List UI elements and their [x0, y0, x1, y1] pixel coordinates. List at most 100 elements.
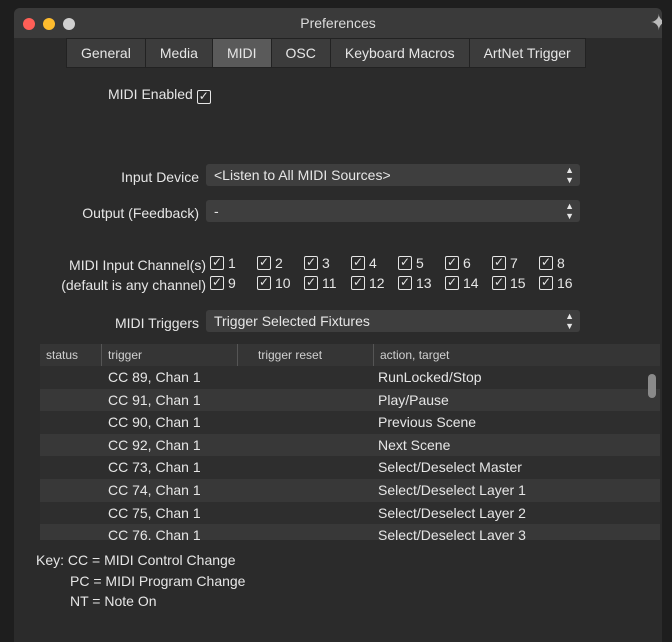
- preferences-window: Preferences ✦ General Media MIDI OSC Key…: [14, 8, 662, 642]
- channel-checkbox[interactable]: ✓: [398, 256, 412, 270]
- channel-number: 13: [416, 275, 432, 291]
- channel-7[interactable]: ✓ 7: [492, 255, 539, 271]
- column-trigger-reset[interactable]: trigger reset: [238, 344, 374, 366]
- pin-icon[interactable]: ✦: [650, 10, 662, 36]
- action-cell: Select/Deselect Layer 3: [378, 527, 526, 540]
- output-value: -: [214, 203, 219, 219]
- select-arrows-icon: ▲ ▼: [565, 311, 574, 331]
- channel-checkbox[interactable]: ✓: [492, 276, 506, 290]
- trigger-cell: CC 74, Chan 1: [108, 481, 201, 498]
- channel-number: 12: [369, 275, 385, 291]
- action-cell: Select/Deselect Layer 2: [378, 504, 526, 521]
- channel-number: 6: [463, 255, 471, 271]
- table-header: status trigger trigger reset action, tar…: [40, 344, 660, 366]
- status-cell: [40, 434, 102, 457]
- key-line-nt: NT = Note On: [70, 593, 157, 609]
- trigger-cell: CC 89, Chan 1: [108, 369, 201, 385]
- table-row[interactable]: CC 76, Chan 1 Select/Deselect Layer 3: [40, 524, 660, 540]
- midi-triggers-value: Trigger Selected Fixtures: [214, 313, 370, 329]
- tab-artnet-trigger[interactable]: ArtNet Trigger: [468, 38, 586, 68]
- channel-checkbox[interactable]: ✓: [445, 256, 459, 270]
- channel-number: 16: [557, 275, 573, 291]
- output-select[interactable]: - ▲ ▼: [206, 200, 580, 222]
- channel-checkbox[interactable]: ✓: [304, 256, 318, 270]
- table-row[interactable]: CC 89, Chan 1 RunLocked/Stop: [40, 366, 660, 389]
- channel-3[interactable]: ✓ 3: [304, 255, 351, 271]
- channel-number: 14: [463, 275, 479, 291]
- select-arrows-icon: ▲ ▼: [565, 165, 574, 185]
- channel-4[interactable]: ✓ 4: [351, 255, 398, 271]
- column-status[interactable]: status: [40, 344, 102, 366]
- channels-label-line2: (default is any channel): [61, 277, 206, 293]
- tab-bar: General Media MIDI OSC Keyboard Macros A…: [66, 38, 586, 68]
- channel-10[interactable]: ✓ 10: [257, 275, 304, 291]
- channel-checkbox[interactable]: ✓: [351, 256, 365, 270]
- trigger-reset-cell: [238, 502, 374, 525]
- table-row[interactable]: CC 92, Chan 1 Next Scene: [40, 433, 660, 457]
- key-legend: Key: CC = MIDI Control Change PC = MIDI …: [36, 550, 245, 612]
- channel-number: 3: [322, 255, 330, 271]
- trigger-reset-cell: [238, 366, 374, 389]
- channel-checkbox[interactable]: ✓: [398, 276, 412, 290]
- tab-general[interactable]: General: [66, 38, 146, 68]
- channel-12[interactable]: ✓ 12: [351, 275, 398, 291]
- trigger-reset-cell: [238, 434, 374, 457]
- tab-keyboard-macros[interactable]: Keyboard Macros: [329, 38, 470, 68]
- action-cell: Play/Pause: [378, 391, 449, 408]
- channel-checkbox[interactable]: ✓: [210, 256, 224, 270]
- tab-midi[interactable]: MIDI: [211, 38, 272, 68]
- channel-15[interactable]: ✓ 15: [492, 275, 539, 291]
- midi-triggers-select[interactable]: Trigger Selected Fixtures ▲ ▼: [206, 310, 580, 332]
- table-row[interactable]: CC 74, Chan 1 Select/Deselect Layer 1: [40, 478, 660, 502]
- midi-enabled-row: MIDI Enabled ✓: [108, 86, 211, 104]
- channel-8[interactable]: ✓ 8: [539, 255, 586, 271]
- channel-1[interactable]: ✓ 1: [210, 255, 257, 271]
- trigger-table: status trigger trigger reset action, tar…: [40, 344, 660, 540]
- table-row[interactable]: CC 91, Chan 1 Play/Pause: [40, 388, 660, 412]
- channel-2[interactable]: ✓ 2: [257, 255, 304, 271]
- table-row[interactable]: CC 90, Chan 1 Previous Scene: [40, 411, 660, 434]
- tab-osc[interactable]: OSC: [270, 38, 331, 68]
- table-scrollbar[interactable]: [648, 374, 656, 398]
- title-bar: Preferences ✦: [14, 8, 662, 38]
- channel-number: 2: [275, 255, 283, 271]
- input-device-select[interactable]: <Listen to All MIDI Sources> ▲ ▼: [206, 164, 580, 186]
- channel-16[interactable]: ✓ 16: [539, 275, 586, 291]
- input-device-label: Input Device: [121, 169, 199, 185]
- status-cell: [40, 479, 102, 502]
- channel-checkbox[interactable]: ✓: [539, 256, 553, 270]
- output-label: Output (Feedback): [82, 205, 199, 221]
- channel-checkbox[interactable]: ✓: [351, 276, 365, 290]
- column-action-target[interactable]: action, target: [374, 344, 660, 366]
- channel-6[interactable]: ✓ 6: [445, 255, 492, 271]
- table-row[interactable]: CC 73, Chan 1 Select/Deselect Master: [40, 456, 660, 479]
- channel-checkbox[interactable]: ✓: [210, 276, 224, 290]
- column-trigger[interactable]: trigger: [102, 344, 238, 366]
- action-cell: Previous Scene: [378, 414, 477, 431]
- channel-11[interactable]: ✓ 11: [304, 275, 351, 291]
- channel-9[interactable]: ✓ 9: [210, 275, 257, 291]
- channel-row-1: ✓ 1 ✓ 2 ✓ 3 ✓ 4 ✓ 5 ✓ 6 ✓ 7 ✓ 8: [210, 255, 586, 271]
- channel-13[interactable]: ✓ 13: [398, 275, 445, 291]
- channel-5[interactable]: ✓ 5: [398, 255, 445, 271]
- channel-checkbox[interactable]: ✓: [539, 276, 553, 290]
- tab-media[interactable]: Media: [144, 38, 213, 68]
- trigger-reset-cell: [238, 411, 374, 434]
- select-arrows-icon: ▲ ▼: [565, 201, 574, 221]
- midi-enabled-checkbox[interactable]: ✓: [196, 90, 211, 104]
- table-row[interactable]: CC 75, Chan 1 Select/Deselect Layer 2: [40, 501, 660, 525]
- trigger-reset-cell: [238, 389, 374, 412]
- status-cell: [40, 366, 102, 389]
- channel-checkbox[interactable]: ✓: [304, 276, 318, 290]
- input-device-value: <Listen to All MIDI Sources>: [214, 167, 391, 183]
- channel-checkbox[interactable]: ✓: [492, 256, 506, 270]
- channel-number: 7: [510, 255, 518, 271]
- table-body: CC 89, Chan 1 RunLocked/Stop CC 91, Chan …: [40, 366, 660, 540]
- channel-checkbox[interactable]: ✓: [445, 276, 459, 290]
- midi-enabled-label: MIDI Enabled: [108, 86, 193, 102]
- channel-number: 4: [369, 255, 377, 271]
- channel-14[interactable]: ✓ 14: [445, 275, 492, 291]
- trigger-reset-cell: [238, 524, 374, 540]
- channel-checkbox[interactable]: ✓: [257, 256, 271, 270]
- channel-checkbox[interactable]: ✓: [257, 276, 271, 290]
